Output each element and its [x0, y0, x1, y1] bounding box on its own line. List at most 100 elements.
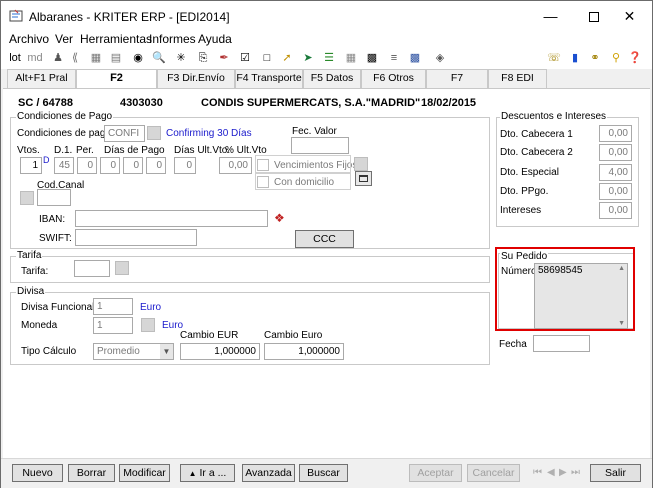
- dto-ppgo-input[interactable]: 0,00: [599, 183, 632, 200]
- tag-icon[interactable]: ◈: [433, 51, 447, 65]
- next-record-icon[interactable]: ▶: [559, 467, 567, 478]
- fecha-input[interactable]: [533, 335, 590, 352]
- minimize-button[interactable]: —: [528, 1, 573, 31]
- avanzada-button[interactable]: Avanzada: [242, 464, 295, 482]
- nuevo-button[interactable]: Nuevo: [12, 464, 63, 482]
- chevron-down-icon: ▼: [160, 344, 173, 359]
- tab-otros-datos[interactable]: F6 Otros Datos: [361, 69, 426, 101]
- menu-ver[interactable]: Ver: [55, 32, 73, 46]
- borrar-button[interactable]: Borrar: [68, 464, 115, 482]
- binoculars-icon[interactable]: ◉: [131, 51, 145, 65]
- person-icon[interactable]: ♟: [51, 51, 65, 65]
- tree-icon[interactable]: ≡: [387, 51, 401, 65]
- swift-input[interactable]: [75, 229, 197, 246]
- salir-button[interactable]: Salir: [590, 464, 641, 482]
- tab-auxiliares[interactable]: F7 Auxiliares: [426, 69, 488, 101]
- tarifa-input[interactable]: [74, 260, 110, 277]
- bulb-icon[interactable]: ⚲: [609, 51, 623, 65]
- tab-datos-fac[interactable]: F5 Datos Fac.: [303, 69, 361, 101]
- toolbar: lot md ♟ ⟪ ▦ ▤ ◉ 🔍 ✳ ⎘ ✒ ☑ □ ➚ ➤ ☰ ▦ ▩ ≡…: [1, 49, 652, 69]
- last-record-icon[interactable]: ⏭: [571, 467, 580, 478]
- fec-valor-input[interactable]: [291, 137, 349, 154]
- venc-fijos-box: [255, 155, 351, 173]
- grid-icon[interactable]: ▦: [89, 51, 103, 65]
- customer-code: 4303030: [120, 97, 163, 109]
- menu-archivo[interactable]: Archivo: [9, 32, 49, 46]
- dto-especial-input[interactable]: 4,00: [599, 164, 632, 181]
- app-window: Albaranes - KRITER ERP - [EDI2014] — ✕ A…: [0, 0, 653, 488]
- up-arrow-icon: ▲: [188, 469, 197, 478]
- tipo-calculo-select[interactable]: Promedio ▼: [93, 343, 174, 360]
- dias-pago-3[interactable]: 0: [146, 157, 166, 174]
- moneda-input[interactable]: 1: [93, 317, 133, 334]
- move-icon[interactable]: ➤: [301, 51, 315, 65]
- menu-informes[interactable]: Informes: [149, 32, 196, 46]
- tarifa-lookup-button[interactable]: [115, 261, 129, 275]
- dto-cab1-label: Dto. Cabecera 1: [500, 129, 573, 140]
- per-input[interactable]: 0: [77, 157, 97, 174]
- tab-dir-envio[interactable]: F3 Dir.Envío: [157, 69, 235, 88]
- cambio-euro-input[interactable]: 1,000000: [264, 343, 344, 360]
- asterisk-icon[interactable]: ✳: [174, 51, 188, 65]
- cancelar-button[interactable]: Cancelar: [467, 464, 520, 482]
- ira-button[interactable]: ▲ Ir a ...: [180, 464, 235, 482]
- calc-icon[interactable]: ▩: [365, 51, 379, 65]
- bank-icon[interactable]: ❖: [274, 211, 285, 225]
- first-record-icon[interactable]: ⏮: [533, 467, 542, 478]
- tab-condiciones[interactable]: F2 Condiciones: [76, 69, 157, 101]
- cod-canal-input[interactable]: [37, 189, 71, 206]
- vtos-input[interactable]: 1: [20, 157, 42, 174]
- ccc-button[interactable]: CCC: [295, 230, 354, 248]
- divisa-func-input[interactable]: 1: [93, 298, 133, 315]
- md-icon[interactable]: md: [27, 51, 43, 65]
- menu-ayuda[interactable]: Ayuda: [198, 32, 232, 46]
- bracket-icon[interactable]: ⟪: [68, 51, 82, 65]
- moneda-lookup-button[interactable]: [141, 318, 155, 332]
- tab-pral[interactable]: Alt+F1 Pral: [7, 69, 76, 88]
- dias-pago-label: Días de Pago: [104, 145, 165, 156]
- lot-icon[interactable]: lot: [7, 51, 23, 65]
- close-button[interactable]: ✕: [607, 1, 652, 31]
- d1-input[interactable]: 45: [54, 157, 74, 174]
- columns-icon[interactable]: ▦: [344, 51, 358, 65]
- tab-edi[interactable]: F8 EDI: [488, 69, 547, 88]
- dto-cab1-input[interactable]: 0,00: [599, 125, 632, 142]
- cond-pago-input[interactable]: CONFI: [104, 125, 145, 142]
- dias-ult-input[interactable]: 0: [174, 157, 196, 174]
- window-title: Albaranes - KRITER ERP - [EDI2014]: [29, 10, 230, 24]
- dias-pago-1[interactable]: 0: [100, 157, 120, 174]
- pen-icon[interactable]: ✒: [217, 51, 231, 65]
- cond-pago-lookup-button[interactable]: [147, 126, 161, 140]
- phone-icon[interactable]: ☏: [547, 51, 561, 65]
- customer-name: CONDIS SUPERMERCATS, S.A."MADRID": [201, 97, 421, 109]
- preview-icon[interactable]: 🔍: [152, 51, 166, 65]
- battery-icon[interactable]: ▮: [568, 51, 582, 65]
- tab-transporte[interactable]: F4 Transporte: [235, 69, 303, 88]
- help-icon[interactable]: ❓: [628, 51, 642, 65]
- footer-bar: Nuevo Borrar Modificar ▲ Ir a ... Avanza…: [1, 458, 652, 488]
- save-icon[interactable]: ▩: [408, 51, 422, 65]
- pct-ult-input[interactable]: 0,00: [219, 157, 252, 174]
- edit-domicilio-button[interactable]: [355, 171, 372, 186]
- cod-canal-lookup-button[interactable]: [20, 191, 34, 205]
- pointer-icon[interactable]: ➚: [280, 51, 294, 65]
- cambio-eur-input[interactable]: 1,000000: [180, 343, 260, 360]
- buscar-button[interactable]: Buscar: [299, 464, 348, 482]
- per-label: Per.: [76, 145, 94, 156]
- intereses-input[interactable]: 0,00: [599, 202, 632, 219]
- modificar-button[interactable]: Modificar: [119, 464, 170, 482]
- window-icon[interactable]: □: [260, 51, 274, 65]
- venc-fijos-button[interactable]: [354, 157, 368, 171]
- print-icon[interactable]: ⎘: [196, 51, 210, 65]
- menu-herramientas[interactable]: Herramientas: [80, 32, 152, 46]
- dto-cab2-input[interactable]: 0,00: [599, 144, 632, 161]
- clip-icon[interactable]: ⚭: [588, 51, 602, 65]
- prev-record-icon[interactable]: ◀: [547, 467, 555, 478]
- check-doc-icon[interactable]: ☑: [238, 51, 252, 65]
- dias-pago-2[interactable]: 0: [123, 157, 143, 174]
- page-icon[interactable]: ▤: [109, 51, 123, 65]
- list-green-icon[interactable]: ☰: [322, 51, 336, 65]
- iban-input[interactable]: [75, 210, 268, 227]
- aceptar-button[interactable]: Aceptar: [409, 464, 462, 482]
- divisa-func-name: Euro: [140, 302, 162, 313]
